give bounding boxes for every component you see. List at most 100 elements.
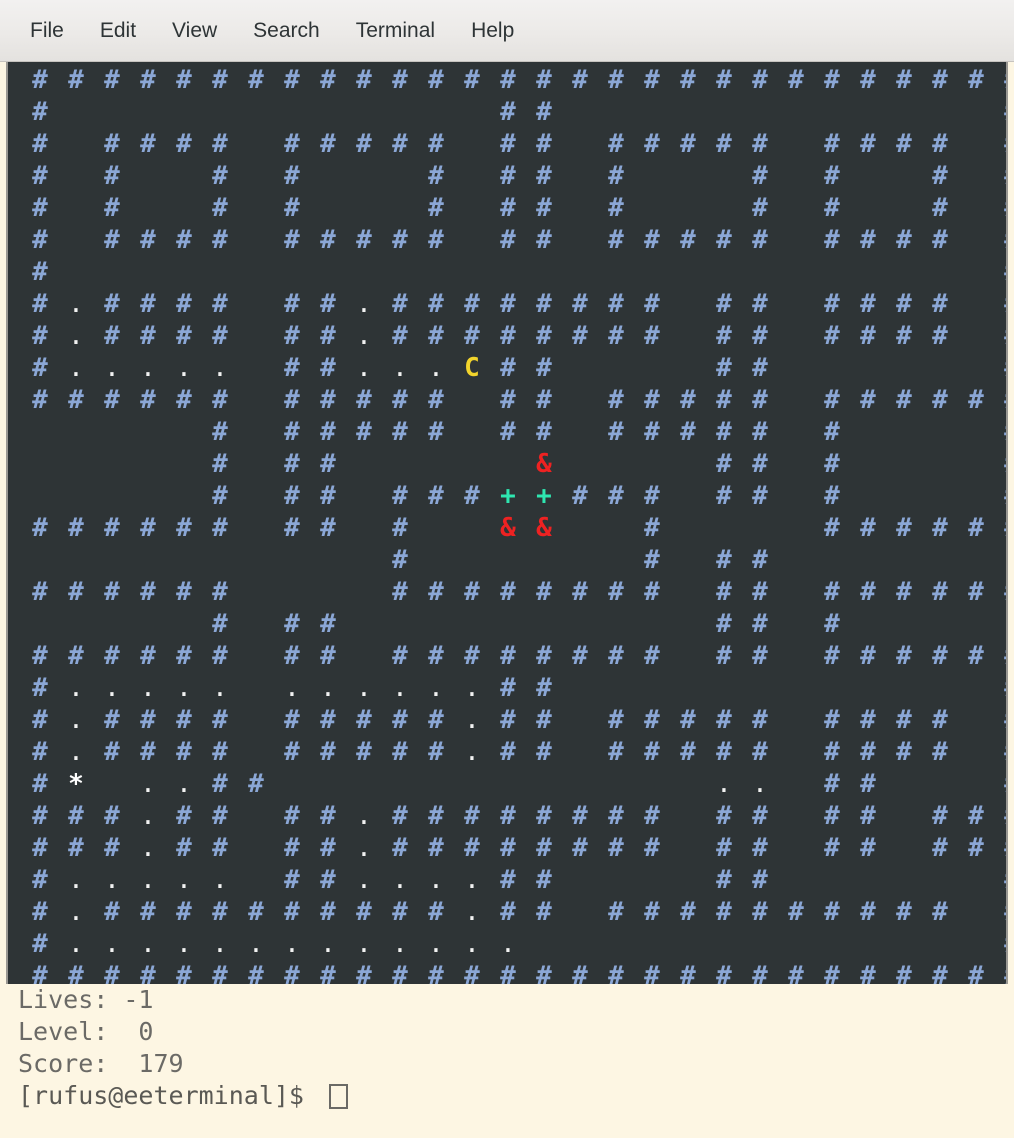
maze-wall: # [284,737,300,767]
maze-wall: # [994,96,1006,128]
shell-prompt-line[interactable]: [rufus@eeterminal]$ [18,1080,1014,1112]
maze-wall: # [140,129,156,159]
maze-wall: # [860,513,876,543]
maze-wall: # [860,737,876,767]
maze-wall: # [644,801,660,831]
menu-item-file[interactable]: File [14,15,80,47]
maze-wall: # [608,289,624,319]
maze-wall: # [994,768,1006,800]
maze-wall: # [356,225,372,255]
maze-wall: # [104,577,120,607]
maze-wall: # [392,385,408,415]
maze-wall: # [536,801,552,831]
maze-dot: . [392,929,408,959]
maze-wall: # [860,801,876,831]
maze-wall: # [644,321,660,351]
maze-wall: # [500,577,516,607]
maze-wall: # [536,225,552,255]
maze-dot: . [176,673,192,703]
maze-wall: # [32,161,48,191]
maze-wall: # [284,641,300,671]
maze-wall: # [500,961,516,984]
maze-dot: . [752,769,768,799]
terminal-body[interactable]: # # # # # # # # # # # # # # # # # # # # # # # # # # # # # # # # # # # # # # # #… [0,62,1014,1138]
maze-wall: # [896,225,912,255]
maze-dot: . [428,673,444,703]
maze-wall: # [176,225,192,255]
menu-item-help[interactable]: Help [455,15,530,47]
menu-item-edit[interactable]: Edit [84,15,152,47]
maze-wall: # [994,896,1006,928]
maze-wall: # [644,385,660,415]
maze-wall: # [32,641,48,671]
maze-wall: # [536,961,552,984]
maze-wall: # [32,737,48,767]
text-cursor [329,1083,349,1109]
maze-wall: # [994,512,1006,544]
maze-wall: # [716,353,732,383]
maze-wall: # [608,705,624,735]
maze-wall: # [994,224,1006,256]
maze-wall: # [32,705,48,735]
maze-wall: # [968,385,984,415]
maze-wall: # [176,641,192,671]
maze-wall: # [824,193,840,223]
menu-item-search[interactable]: Search [237,15,336,47]
maze-wall: # [932,961,948,984]
maze-wall: # [680,65,696,95]
maze-wall: # [644,705,660,735]
maze-wall: # [248,65,264,95]
energizer: + [500,481,516,511]
maze-wall: # [32,97,48,127]
maze-wall: # [320,225,336,255]
maze-wall: # [464,289,480,319]
maze-wall: # [428,321,444,351]
maze-dot: . [356,929,372,959]
maze-wall: # [392,545,408,575]
maze-wall: # [32,961,48,984]
maze-wall: # [644,65,660,95]
game-screen[interactable]: # # # # # # # # # # # # # # # # # # # # # # # # # # # # # # # # # # # # # # # #… [6,62,1008,984]
maze-wall: # [752,385,768,415]
maze-dot: . [68,865,84,895]
maze-wall: # [994,928,1006,960]
maze-wall: # [428,737,444,767]
maze-wall: # [32,129,48,159]
maze-wall: # [968,641,984,671]
maze-wall: # [860,385,876,415]
maze-dot: . [428,865,444,895]
maze-wall: # [284,129,300,159]
maze-wall: # [104,65,120,95]
maze-wall: # [752,193,768,223]
maze-wall: # [968,833,984,863]
maze-wall: # [644,577,660,607]
maze-dot: . [104,865,120,895]
maze-wall: # [968,513,984,543]
maze-wall: # [176,65,192,95]
maze-wall: # [104,705,120,735]
maze-wall: # [320,481,336,511]
maze-wall: # [320,513,336,543]
maze-wall: # [824,481,840,511]
maze-wall: # [680,417,696,447]
maze-wall: # [68,801,84,831]
maze-wall: # [356,385,372,415]
maze-wall: # [716,897,732,927]
maze-dot: . [140,801,156,831]
maze-wall: # [284,961,300,984]
maze-dot: . [320,673,336,703]
maze-wall: # [212,385,228,415]
maze-wall: # [212,897,228,927]
maze-wall: # [572,289,588,319]
maze-wall: # [752,321,768,351]
maze-wall: # [212,321,228,351]
menu-item-view[interactable]: View [156,15,233,47]
menu-item-terminal[interactable]: Terminal [340,15,451,47]
maze-wall: # [896,961,912,984]
maze-wall: # [932,321,948,351]
maze-wall: # [104,897,120,927]
maze-wall: # [32,577,48,607]
maze-wall: # [392,641,408,671]
maze-wall: # [32,769,48,799]
maze-wall: # [644,225,660,255]
